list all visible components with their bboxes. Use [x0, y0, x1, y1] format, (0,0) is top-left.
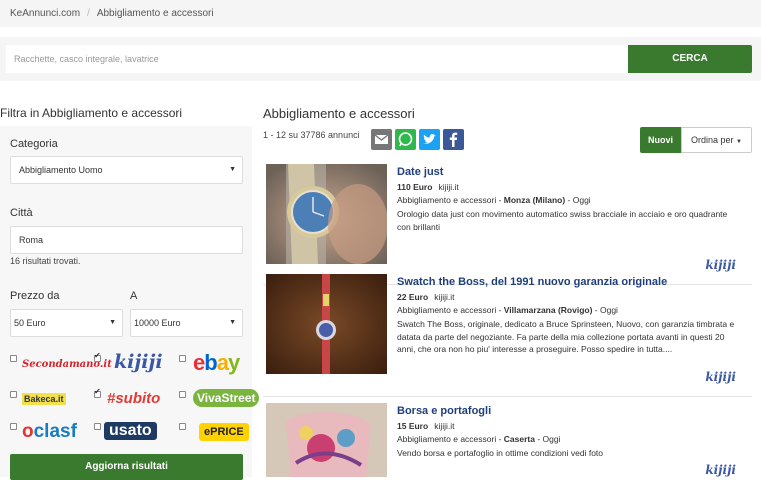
listing-source-logo: kijiji [705, 370, 736, 384]
chevron-down-icon: ▼ [229, 166, 236, 173]
listing-image[interactable] [266, 403, 387, 477]
source-checkbox-clasf[interactable] [10, 423, 17, 430]
listing-item[interactable]: Swatch the Boss, del 1991 nuovo garanzia… [263, 270, 752, 397]
source-checkbox-subito[interactable] [94, 387, 101, 398]
filter-title: Filtra in Abbigliamento e accessori [0, 106, 183, 120]
usato-logo[interactable]: usato [104, 422, 157, 440]
sort-dropdown[interactable]: Ordina per ▼ [681, 127, 752, 153]
listing-price: 110 Euro [397, 182, 433, 192]
listing-meta: Abbigliamento e accessori - Caserta - Og… [397, 434, 561, 444]
breadcrumb: KeAnnunci.com / Abbigliamento e accessori [0, 0, 761, 27]
facebook-share-icon[interactable] [443, 129, 464, 150]
listing-meta: Abbigliamento e accessori - Monza (Milan… [397, 195, 591, 205]
clasf-logo[interactable]: oclasf [22, 421, 77, 443]
source-checkbox-secondamano[interactable] [10, 355, 17, 362]
listing-source: kijiji.it [434, 421, 455, 431]
listing-source-logo: kijiji [705, 463, 736, 477]
listing-title[interactable]: Swatch the Boss, del 1991 nuovo garanzia… [397, 276, 667, 288]
eprice-logo[interactable]: ePRICE [199, 423, 249, 441]
search-bar: Racchette, casco integrale, lavatrice CE… [0, 37, 761, 81]
listing-image[interactable] [266, 274, 387, 374]
listing-description: Swatch The Boss, originale, dedicato a B… [397, 319, 735, 354]
price-from-select[interactable]: 50 Euro ▼ [10, 309, 123, 337]
results-count: 1 - 12 su 37786 annunci [263, 130, 360, 140]
category-label: Categoria [10, 138, 58, 150]
price-from-value: 50 Euro [14, 318, 46, 328]
page-title: Abbigliamento e accessori [263, 106, 415, 121]
chevron-down-icon: ▼ [109, 319, 116, 326]
category-select-value: Abbigliamento Uomo [19, 165, 103, 175]
sort-new-button[interactable]: Nuovi [640, 127, 681, 153]
city-label: Città [10, 207, 33, 219]
city-input[interactable]: Roma [10, 226, 243, 254]
listing-price-line: 15 Euro kijiji.it [397, 421, 455, 431]
source-checkbox-kijiji[interactable] [94, 351, 101, 362]
listing-description: Vendo borsa e portafoglio in ottime cond… [397, 448, 604, 458]
twitter-share-icon[interactable] [419, 129, 440, 150]
price-to-label: A [130, 290, 138, 302]
listing-location: Monza (Milano) [503, 195, 566, 205]
source-checkbox-usato[interactable] [94, 423, 101, 430]
listing-item[interactable]: Date just 110 Euro kijiji.it Abbigliament… [263, 160, 752, 285]
chevron-down-icon: ▼ [736, 139, 742, 145]
price-to-select[interactable]: 10000 Euro ▼ [130, 309, 243, 337]
whatsapp-share-icon[interactable] [395, 129, 416, 150]
chevron-down-icon: ▼ [229, 319, 236, 326]
kijiji-logo[interactable]: kijiji [114, 351, 163, 373]
bakeca-logo[interactable]: Bakeca.it [22, 393, 66, 405]
source-checkbox-ebay[interactable] [179, 355, 186, 362]
listing-price: 22 Euro [397, 292, 429, 302]
listing-description: Orologio data just con movimento automat… [397, 209, 728, 232]
breadcrumb-current: Abbigliamento e accessori [96, 8, 214, 19]
subito-logo[interactable]: #subito [107, 390, 160, 407]
listing-image[interactable] [266, 164, 387, 264]
breadcrumb-separator: / [87, 8, 90, 19]
source-checkbox-vivastreet[interactable] [179, 391, 186, 398]
price-to-value: 10000 Euro [134, 318, 181, 328]
price-from-label: Prezzo da [10, 290, 60, 302]
listing-location: Caserta [503, 434, 535, 444]
listing-source: kijiji.it [438, 182, 459, 192]
listing-item[interactable]: Borsa e portafogli 15 Euro kijiji.it Abbi… [263, 399, 752, 477]
listing-price: 15 Euro [397, 421, 429, 431]
update-results-button[interactable]: Aggiorna risultati [10, 454, 243, 480]
listing-location: Villamarzana (Rovigo) [503, 305, 593, 315]
source-checkbox-eprice[interactable] [179, 423, 186, 430]
listing-title[interactable]: Date just [397, 166, 443, 178]
email-share-icon[interactable] [371, 129, 392, 150]
vivastreet-logo[interactable]: VivaStreet [193, 389, 260, 407]
breadcrumb-home-link[interactable]: KeAnnunci.com [10, 8, 80, 19]
listing-price-line: 110 Euro kijiji.it [397, 182, 459, 192]
search-button[interactable]: CERCA [628, 45, 752, 73]
listing-meta: Abbigliamento e accessori - Villamarzana… [397, 305, 618, 315]
category-select[interactable]: Abbigliamento Uomo ▼ [10, 156, 243, 184]
ebay-logo[interactable]: ebay [193, 350, 240, 376]
listing-price-line: 22 Euro kijiji.it [397, 292, 455, 302]
search-input[interactable]: Racchette, casco integrale, lavatrice [6, 45, 628, 73]
city-results-count: 16 risultati trovati. [10, 256, 81, 266]
listing-title[interactable]: Borsa e portafogli [397, 405, 491, 417]
listing-source: kijiji.it [434, 292, 455, 302]
source-checkbox-bakeca[interactable] [10, 391, 17, 398]
